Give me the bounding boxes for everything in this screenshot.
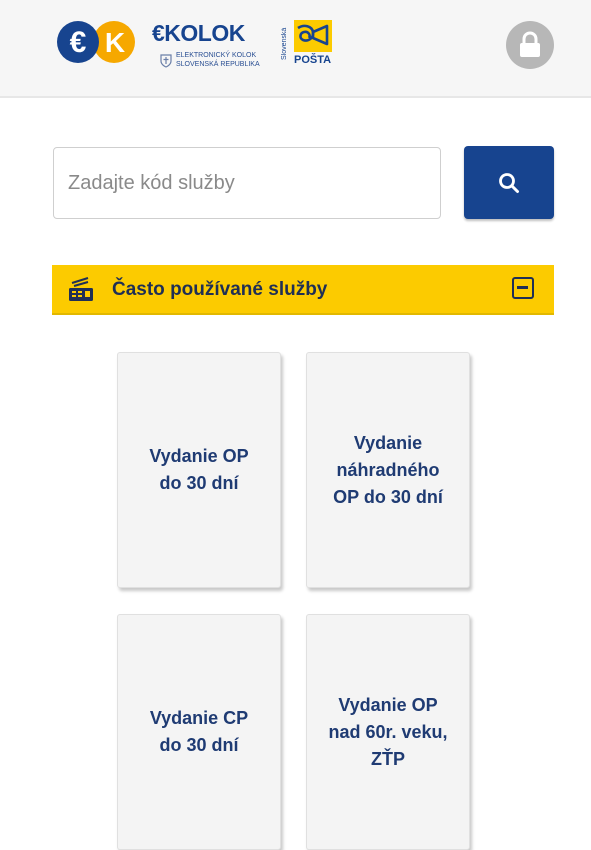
ekolok-title: €KOLOK	[152, 20, 245, 46]
service-tile[interactable]: Vydanie OP do 30 dní	[117, 352, 281, 588]
search-icon	[499, 173, 519, 193]
ekolok-subtitle: ELEKTRONICKÝ KOLOK SLOVENSKÁ REPUBLIKA	[176, 52, 260, 68]
svg-text:K: K	[105, 27, 125, 58]
service-tile-label: Vydanie OP nad 60r. veku, ZŤP	[328, 694, 448, 769]
posta-vertical-text: Slovenská	[281, 27, 288, 60]
coat-of-arms-icon	[160, 54, 172, 68]
ek-logo[interactable]: € K	[56, 20, 136, 64]
post-horn-icon	[294, 20, 332, 52]
posta-logo[interactable]: Slovenská POŠTA	[281, 20, 342, 74]
service-tile-label: Vydanie náhradného OP do 30 dní	[333, 432, 443, 507]
search-button[interactable]	[464, 146, 554, 219]
service-tile[interactable]: Vydanie CP do 30 dní	[117, 614, 281, 850]
collapse-minus-icon[interactable]	[512, 277, 534, 299]
card-terminal-icon	[69, 277, 93, 301]
app-header: € K €KOLOK ELEKTRONICKÝ KOLOK SLOVENSKÁ …	[0, 0, 591, 98]
service-tile[interactable]: Vydanie náhradného OP do 30 dní	[306, 352, 470, 588]
section-title: Často používané služby	[112, 279, 328, 300]
svg-text:€: €	[70, 26, 87, 59]
lock-icon	[520, 31, 540, 57]
service-code-input[interactable]	[53, 147, 441, 219]
login-button[interactable]	[506, 21, 554, 69]
service-tile[interactable]: Vydanie OP nad 60r. veku, ZŤP	[306, 614, 470, 850]
frequent-services-header[interactable]: Často používané služby	[52, 265, 554, 313]
service-tile-label: Vydanie CP do 30 dní	[149, 708, 249, 755]
service-tile-label: Vydanie OP do 30 dní	[149, 446, 249, 493]
posta-word: POŠTA	[294, 54, 332, 66]
ekolok-logo[interactable]: €KOLOK ELEKTRONICKÝ KOLOK SLOVENSKÁ REPU…	[152, 20, 282, 74]
